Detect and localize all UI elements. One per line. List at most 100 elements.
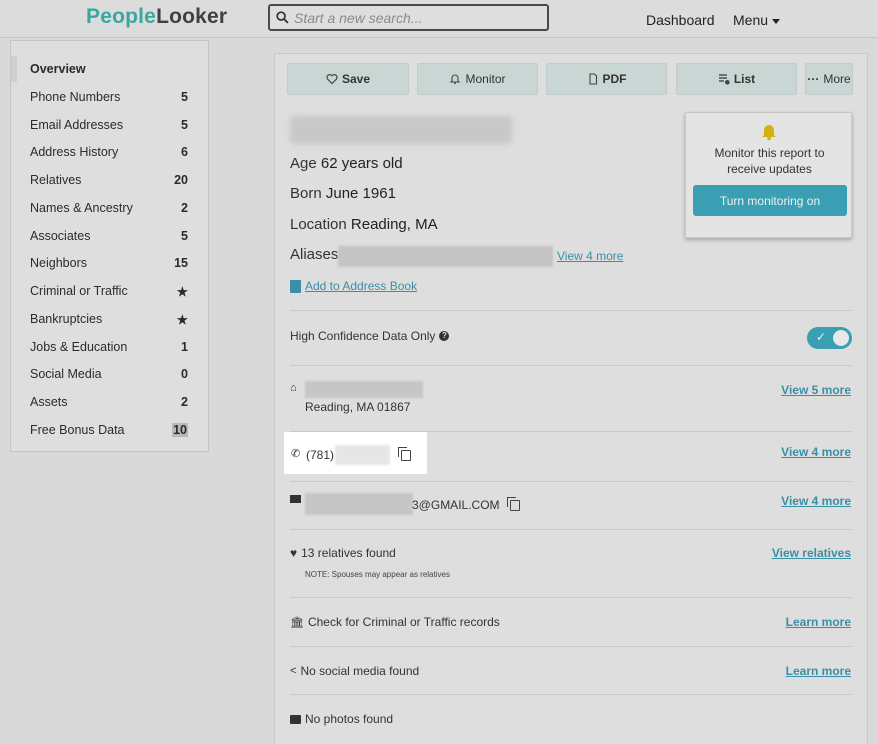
logo[interactable]: PeopleLooker [86,5,227,29]
pdf-label: PDF [602,72,627,86]
age-value: 62 years old [320,155,403,172]
divider [290,646,852,647]
sidebar-item-assets[interactable]: Assets 2 [11,389,208,415]
pdf-button[interactable]: PDF [546,63,667,95]
relatives-note: NOTE: Spouses may appear as relatives [305,570,450,579]
email-redacted [305,493,413,515]
add-book-link[interactable]: Add to Address Book [305,279,417,293]
nav-menu-label: Menu [733,12,769,28]
sidebar-item-count: 10 [172,423,188,437]
phone-highlight-box: ✆ (781) [284,432,427,474]
sidebar-item-neighbors[interactable]: Neighbors 15 [11,250,208,276]
sidebar-item-email-addresses[interactable]: Email Addresses 5 [11,112,208,138]
sidebar-item-label: Email Addresses [30,118,124,132]
more-button[interactable]: ··· More [805,63,853,95]
high-confidence-toggle[interactable]: ✓ [807,327,852,349]
aliases-redacted [338,246,553,267]
email-text: 3@GMAIL.COM [412,496,520,512]
list-add-icon [718,74,730,85]
sidebar-item-criminal-traffic[interactable]: Criminal or Traffic ★ [11,278,208,304]
sidebar-item-free-bonus-data[interactable]: Free Bonus Data 10 [11,417,208,443]
sidebar-item-address-history[interactable]: Address History 6 [11,139,208,165]
sidebar-item-label: Phone Numbers [30,90,121,104]
sidebar-item-label: Address History [30,145,119,159]
sidebar-item-label: Associates [30,229,91,243]
help-icon[interactable]: ? [439,331,450,341]
heart-icon: ♥ [290,546,298,560]
address-street-redacted [305,381,423,398]
bell-icon [762,125,776,141]
add-to-address-book[interactable]: Add to Address Book [290,279,417,293]
sidebar-item-overview[interactable]: Overview [11,56,208,82]
copy-icon[interactable] [506,496,520,511]
sidebar-item-phone-numbers[interactable]: Phone Numbers 5 [11,84,208,110]
sidebar-item-social-media[interactable]: Social Media 0 [11,361,208,387]
save-button[interactable]: Save [287,63,409,95]
person-name-redacted [290,116,512,144]
sidebar-item-associates[interactable]: Associates 5 [11,223,208,249]
address-view-more-link[interactable]: View 5 more [781,383,851,397]
phone-view-more-link[interactable]: View 4 more [781,445,851,459]
sidebar: Overview Phone Numbers 5 Email Addresses 5… [10,40,209,452]
sidebar-item-label: Neighbors [30,256,87,270]
sidebar-item-count: 15 [174,256,188,270]
search-box[interactable] [268,4,549,31]
sidebar-item-count: 0 [181,367,188,381]
divider [290,529,852,530]
aliases-view-more-link[interactable]: View 4 more [557,249,623,263]
save-label: Save [341,72,371,86]
sidebar-item-label: Criminal or Traffic [30,284,128,298]
turn-monitoring-on-button[interactable]: Turn monitoring on [693,185,847,216]
copy-icon[interactable] [398,447,411,461]
relatives-text: 13 relatives found [301,546,396,560]
photos-text: No photos found [305,712,394,726]
sidebar-item-count: 5 [181,229,188,243]
chevron-down-icon [772,18,781,24]
view-relatives-link[interactable]: View relatives [772,546,851,560]
sidebar-item-count: 5 [181,90,188,104]
monitor-button[interactable]: Monitor [417,63,538,95]
high-confidence-label: High Confidence Data Only [290,329,436,343]
sidebar-item-count: 5 [181,118,188,132]
sidebar-item-bankruptcies[interactable]: Bankruptcies ★ [11,306,208,332]
criminal-text: Check for Criminal or Traffic records [307,615,500,629]
location-value: Reading, MA [350,216,438,233]
criminal-learn-more-link[interactable]: Learn more [786,615,851,629]
high-confidence-row: High Confidence Data Only ? [290,329,450,343]
list-label: List [733,72,756,86]
ellipsis-icon: ··· [807,72,820,86]
pdf-file-icon [588,73,597,85]
social-learn-more-link[interactable]: Learn more [786,664,851,678]
more-label: More [823,72,851,86]
born-label: Born [290,185,322,202]
divider [290,365,852,366]
star-icon: ★ [176,312,188,327]
nav-menu[interactable]: Menu [733,12,781,28]
phone-icon: ✆ [291,448,301,460]
sidebar-item-names-ancestry[interactable]: Names & Ancestry 2 [11,195,208,221]
divider [290,694,852,695]
sidebar-item-jobs-education[interactable]: Jobs & Education 1 [11,334,208,360]
sidebar-item-count: 20 [174,173,188,187]
sidebar-item-label: Jobs & Education [30,340,128,354]
born-fact: Born June 1961 [290,185,396,202]
monitor-popup: Monitor this report to receive updates T… [685,112,852,238]
sidebar-item-label: Bankruptcies [30,312,103,326]
divider [290,481,852,482]
email-view-more-link[interactable]: View 4 more [781,494,851,508]
check-icon: ✓ [816,330,827,344]
list-button[interactable]: List [676,63,797,95]
address-city-text: Reading, MA 01867 [305,400,411,414]
age-label: Age [290,155,317,172]
divider [290,597,852,598]
toggle-knob [833,330,849,346]
nav-dashboard[interactable]: Dashboard [646,12,715,28]
born-value: June 1961 [325,185,396,202]
sidebar-item-label: Social Media [30,367,102,381]
top-bar: PeopleLooker Dashboard Menu [0,0,878,38]
search-input[interactable] [294,9,534,26]
monitor-popup-text: Monitor this report to receive updates [714,146,825,176]
sidebar-item-relatives[interactable]: Relatives 20 [11,167,208,193]
home-icon: ⌂ [290,382,297,394]
star-icon: ★ [176,284,188,299]
